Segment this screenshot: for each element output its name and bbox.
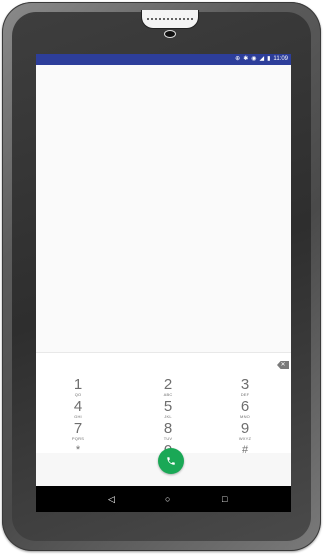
dial-key-3[interactable]: 3 DEF <box>225 377 265 398</box>
dial-key-hash[interactable]: # <box>225 443 265 458</box>
signal-icon: ⊕ <box>235 56 241 62</box>
call-button[interactable] <box>158 448 184 474</box>
dial-key-7[interactable]: 7 PQRS <box>58 421 98 442</box>
dial-key-star[interactable]: * <box>58 443 98 458</box>
navigation-bar <box>36 486 291 512</box>
battery-icon: ▮ <box>267 56 271 62</box>
dial-key-2[interactable]: 2 ABC <box>148 377 188 398</box>
dialpad: ✕ 1 QO 2 ABC 3 DEF 4 GHI 5 JKL 6 MNO 7 P… <box>36 352 291 463</box>
back-button[interactable]: ◁ <box>108 494 115 504</box>
status-bar: ⊕ ✱ ◉ ◢ ▮ 11:09 <box>36 54 291 65</box>
front-camera <box>164 30 176 38</box>
dial-key-4[interactable]: 4 GHI <box>58 399 98 420</box>
speaker-grille <box>141 10 199 29</box>
phone-screen: ⊕ ✱ ◉ ◢ ▮ 11:09 ✕ 1 QO 2 ABC 3 DEF 4 GHI <box>36 54 291 486</box>
home-button[interactable]: ○ <box>165 494 170 504</box>
dialed-digits-field[interactable] <box>36 353 291 375</box>
dial-key-1[interactable]: 1 QO <box>58 377 98 398</box>
dial-key-6[interactable]: 6 MNO <box>225 399 265 420</box>
dial-key-9[interactable]: 9 WXYZ <box>225 421 265 442</box>
status-time: 11:09 <box>273 56 288 62</box>
phone-icon <box>167 457 175 465</box>
recents-button[interactable]: □ <box>222 494 227 504</box>
call-log-area <box>36 65 291 352</box>
dial-key-8[interactable]: 8 TUV <box>148 421 188 442</box>
network-icon: ◢ <box>259 56 265 62</box>
bluetooth-icon: ✱ <box>243 56 249 62</box>
dial-key-5[interactable]: 5 JKL <box>148 399 188 420</box>
wifi-icon: ◉ <box>251 56 257 62</box>
